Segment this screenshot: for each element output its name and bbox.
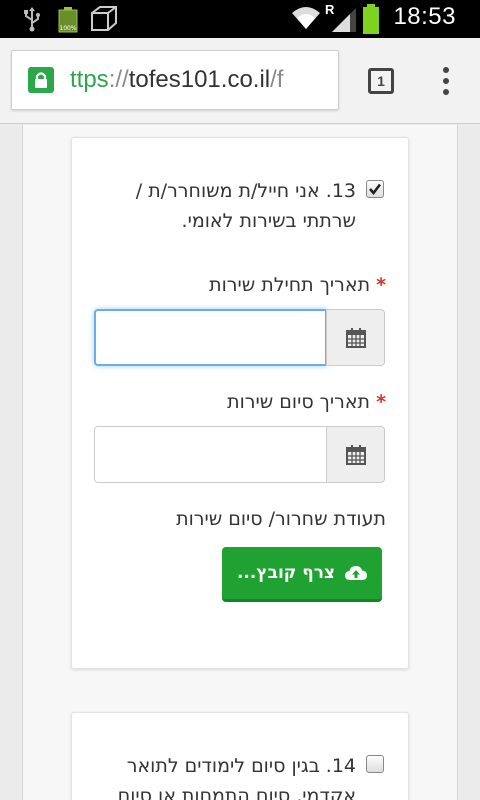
calendar-icon [346,445,366,465]
checkmark-icon [369,183,382,196]
wifi-icon [292,7,320,29]
required-asterisk: * [376,274,386,296]
url-host: tofes101.co.il [128,66,271,93]
battery-icon [363,4,379,34]
service-end-label-text: תאריך סיום שירות [227,391,371,413]
item-14-checkbox[interactable] [366,755,384,773]
item-14-row: 14. בגין סיום לימודים לתואר אקדמי, סיום … [94,751,384,800]
status-bar: 100% R 18:53 [0,0,480,38]
item-13-row: 13. אני חייל/ת משוחרר/ת / שרתתי בשירות ל… [94,176,384,240]
page-content: 13. אני חייל/ת משוחרר/ת / שרתתי בשירות ל… [0,125,480,800]
service-end-label: *תאריך סיום שירות [227,391,386,413]
calendar-icon [346,328,366,348]
svg-text:100%: 100% [59,25,76,32]
required-asterisk: * [376,391,386,413]
item-13-text: 13. אני חייל/ת משוחרר/ת / שרתתי בשירות ל… [135,180,356,232]
url-separator: :// [108,66,129,93]
tabs-button[interactable]: 1 [368,68,394,94]
browser-toolbar: ttps://tofes101.co.il/f 1 [0,38,480,124]
service-start-label-text: תאריך תחילת שירות [209,274,371,296]
service-end-calendar-button[interactable] [326,426,385,483]
cloud-upload-icon [345,566,368,580]
form-card-item-13: 13. אני חייל/ת משוחרר/ת / שרתתי בשירות ל… [71,137,409,669]
url-text: ttps://tofes101.co.il/f [70,66,283,94]
service-end-date-input[interactable] [94,426,327,483]
gallery-icon [91,6,117,31]
service-start-date-input[interactable] [94,309,327,366]
service-start-date-field [94,309,385,366]
lock-icon [28,67,54,93]
service-end-date-field [94,426,385,483]
overflow-menu-icon[interactable] [436,64,456,100]
attach-file-label: צרף קובץ... [236,563,336,583]
signal-icon [332,8,356,32]
attach-file-button[interactable]: צרף קובץ... [222,547,382,602]
battery-saver-icon: 100% [58,7,78,33]
service-start-calendar-button[interactable] [326,309,385,366]
clock: 18:53 [393,3,456,30]
url-path: /f [270,66,284,93]
item-14-text: 14. בגין סיום לימודים לתואר אקדמי, סיום … [117,755,356,800]
address-bar[interactable]: ttps://tofes101.co.il/f [11,50,339,110]
service-start-label: *תאריך תחילת שירות [209,274,386,296]
url-scheme: ttps [70,66,109,93]
usb-icon [24,7,40,32]
item-13-checkbox[interactable] [366,180,384,198]
form-card-item-14: 14. בגין סיום לימודים לתואר אקדמי, סיום … [71,712,409,800]
certificate-label: תעודת שחרור/ סיום שירות [176,508,386,530]
